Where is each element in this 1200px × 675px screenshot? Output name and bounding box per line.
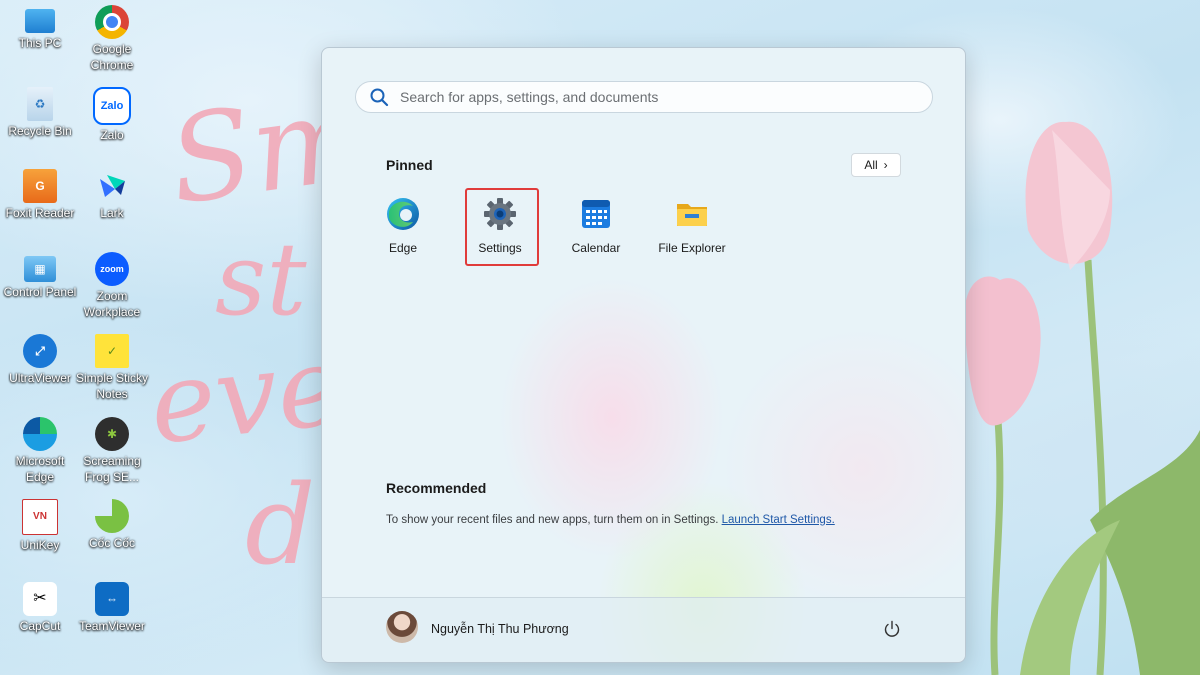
desktop-icon-capcut[interactable]: ✂ CapCut [0, 582, 80, 634]
sticky-notes-icon: ✓ [95, 334, 129, 368]
desktop-icon-label: This PC [18, 36, 62, 50]
start-menu: Pinned All › Edge [321, 47, 966, 663]
ultraviewer-icon: ⤢ [23, 334, 57, 368]
teamviewer-icon: ⇔ [95, 582, 129, 616]
desktop-icon-foxit[interactable]: G Foxit Reader [0, 169, 80, 221]
desktop-icon-label: UltraViewer [9, 371, 71, 385]
desktop-icon-label: Screaming Frog SE... [83, 454, 141, 484]
recommended-section-title: Recommended [386, 480, 487, 496]
desktop-icon-control-panel[interactable]: ▦ Control Panel [0, 252, 80, 300]
recycle-bin-icon: ♻ [27, 87, 53, 121]
pinned-app-label: Edge [388, 241, 418, 255]
zalo-icon: Zalo [93, 87, 131, 125]
desktop-icon-edge[interactable]: Microsoft Edge [0, 417, 80, 485]
desktop-icon-coccoc[interactable]: Cốc Cốc [72, 499, 152, 551]
desktop-icon-label: Recycle Bin [8, 124, 72, 138]
user-name[interactable]: Nguyễn Thị Thu Phương [431, 622, 569, 636]
desktop-icon-label: Foxit Reader [5, 206, 75, 220]
desktop-icon-label: Zoom Workplace [83, 289, 141, 319]
chevron-right-icon: › [883, 158, 888, 172]
screaming-frog-icon: ✱ [95, 417, 129, 451]
edge-icon [23, 417, 57, 451]
desktop-icon-label: Cốc Cốc [88, 536, 135, 550]
power-icon[interactable] [882, 619, 902, 639]
desktop-icon-label: UniKey [20, 538, 60, 552]
unikey-icon: VN [22, 499, 58, 535]
desktop-icon-unikey[interactable]: VN UniKey [0, 499, 80, 553]
desktop-icon-sticky-notes[interactable]: ✓ Simple Sticky Notes [72, 334, 152, 402]
desktop-icon-this-pc[interactable]: This PC [0, 5, 80, 51]
desktop-icon-label: Simple Sticky Notes [75, 371, 149, 401]
desktop-icon-lark[interactable]: Lark [72, 169, 152, 221]
wallpaper-script-decoration: st [215, 221, 307, 338]
control-panel-icon: ▦ [24, 256, 56, 282]
foxit-icon: G [23, 169, 57, 203]
desktop-icon-label: TeamViewer [79, 619, 145, 633]
coccoc-icon [95, 499, 129, 533]
wallpaper-script-decoration: eve [143, 321, 349, 469]
desktop-icon-label: Control Panel [3, 285, 77, 299]
pinned-app-label: File Explorer [658, 241, 726, 255]
recommended-message-text: To show your recent files and new apps, … [386, 514, 719, 526]
desktop-icon-zoom[interactable]: zoom Zoom Workplace [72, 252, 152, 320]
pinned-app-file-explorer[interactable]: File Explorer [657, 196, 727, 255]
wallpaper-tulips [964, 121, 1200, 675]
folder-icon [677, 204, 707, 226]
desktop-icon-screaming-frog[interactable]: ✱ Screaming Frog SE... [72, 417, 152, 485]
capcut-icon: ✂ [23, 582, 57, 616]
desktop-icon-zalo[interactable]: Zalo Zalo [72, 87, 152, 143]
desktop-icon-chrome[interactable]: Google Chrome [72, 5, 152, 73]
pinned-app-label: Calendar [571, 241, 621, 255]
start-search-box[interactable] [355, 81, 933, 113]
desktop-icon-teamviewer[interactable]: ⇔ TeamViewer [72, 582, 152, 634]
edge-icon [387, 198, 419, 230]
all-apps-label: All [864, 158, 878, 172]
desktop-icon-label: Lark [100, 206, 124, 220]
zoom-icon: zoom [95, 252, 129, 286]
desktop-icon-label: Zalo [100, 128, 124, 142]
avatar[interactable] [386, 611, 418, 643]
desktop-icon-recycle-bin[interactable]: ♻ Recycle Bin [0, 87, 80, 139]
all-apps-button[interactable]: All › [851, 153, 901, 177]
search-input[interactable] [398, 88, 932, 106]
computer-icon [25, 9, 55, 33]
pinned-app-calendar[interactable]: Calendar [561, 196, 631, 255]
lark-icon [95, 169, 129, 203]
pinned-app-edge[interactable]: Edge [368, 196, 438, 255]
desktop-icon-label: CapCut [19, 619, 61, 633]
calendar-icon [582, 200, 610, 228]
settings-highlight-box [465, 188, 539, 266]
pinned-section-title: Pinned [386, 157, 433, 173]
desktop-icon-ultraviewer[interactable]: ⤢ UltraViewer [0, 334, 80, 386]
desktop-icon-label: Google Chrome [90, 42, 134, 72]
desktop-icon-label: Microsoft Edge [15, 454, 65, 484]
search-icon [370, 88, 389, 107]
launch-start-settings-link[interactable]: Launch Start Settings. [722, 514, 835, 526]
recommended-message: To show your recent files and new apps, … [386, 514, 835, 526]
chrome-icon [95, 5, 129, 39]
start-menu-footer: Nguyễn Thị Thu Phương [322, 597, 965, 662]
wallpaper-script-decoration: d [245, 461, 316, 589]
